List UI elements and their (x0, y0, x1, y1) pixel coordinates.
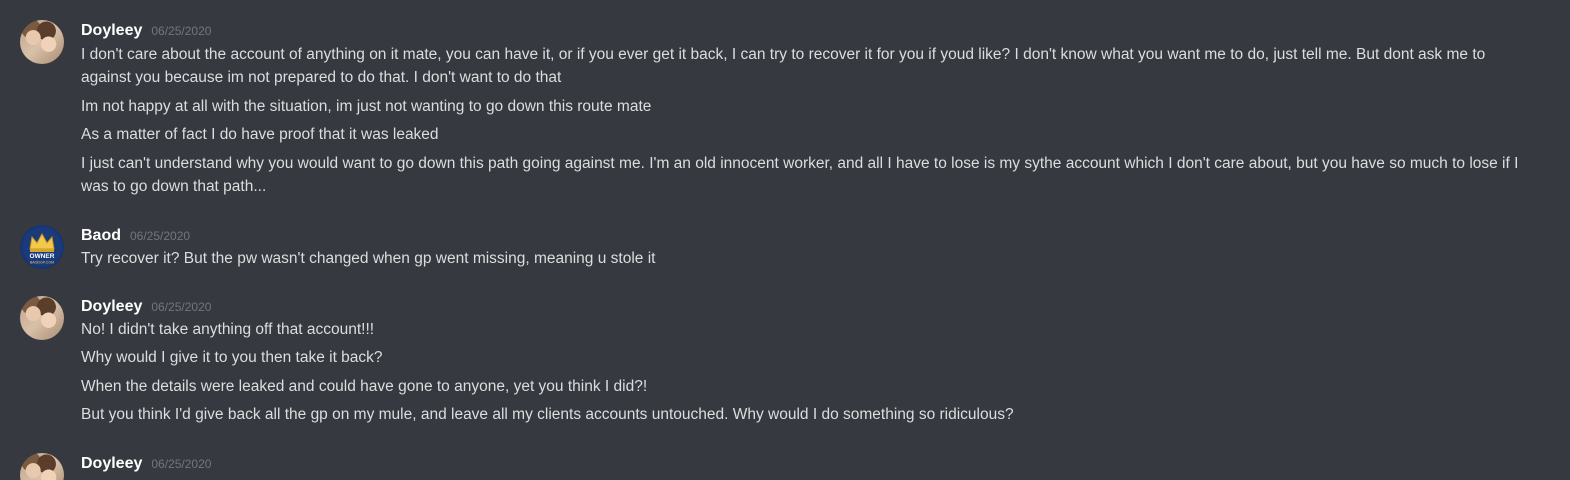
chat-messages: Doyleey 06/25/2020 I don't care about th… (0, 0, 1570, 480)
avatar[interactable] (20, 20, 64, 64)
message-text: But you think I'd give back all the gp o… (81, 406, 1014, 423)
message-text: I just can't understand why you would wa… (81, 155, 1519, 195)
message-text: Try recover it? But the pw wasn't change… (81, 250, 656, 267)
avatar-site-text: BAODGP.COM (30, 261, 54, 265)
message-group: Doyleey 06/25/2020 No! I didn't take any… (0, 296, 1570, 431)
message-text: No! I didn't take anything off that acco… (81, 321, 375, 338)
avatar[interactable] (20, 296, 64, 340)
message-text: As a matter of fact I do have proof that… (81, 126, 439, 143)
message-text: Im not happy at all with the situation, … (81, 98, 652, 115)
message-header: Doyleey 06/25/2020 (81, 453, 211, 475)
message-group: Doyleey 06/25/2020 (0, 453, 1570, 480)
message-header: Baod 06/25/2020 (81, 225, 190, 247)
message-text: When the details were leaked and could h… (81, 378, 648, 395)
timestamp: 06/25/2020 (151, 457, 212, 471)
message-group: OWNER BAODGP.COM Baod 06/25/2020 Try rec… (0, 225, 1570, 275)
username[interactable]: Doyleey (81, 296, 142, 318)
timestamp: 06/25/2020 (151, 300, 212, 314)
username[interactable]: Doyleey (81, 20, 142, 42)
avatar[interactable] (20, 453, 64, 480)
timestamp: 06/25/2020 (151, 24, 212, 38)
message-header: Doyleey 06/25/2020 (81, 20, 211, 42)
message-header: Doyleey 06/25/2020 (81, 296, 211, 318)
message-text: I don't care about the account of anythi… (81, 46, 1486, 86)
avatar[interactable]: OWNER BAODGP.COM (20, 225, 64, 269)
crown-icon: OWNER BAODGP.COM (29, 232, 55, 265)
username[interactable]: Baod (81, 225, 121, 247)
message-text: Why would I give it to you then take it … (81, 349, 383, 366)
username[interactable]: Doyleey (81, 453, 142, 475)
message-group: Doyleey 06/25/2020 I don't care about th… (0, 20, 1570, 200)
avatar-owner-text: OWNER (30, 253, 55, 260)
timestamp: 06/25/2020 (130, 229, 191, 243)
